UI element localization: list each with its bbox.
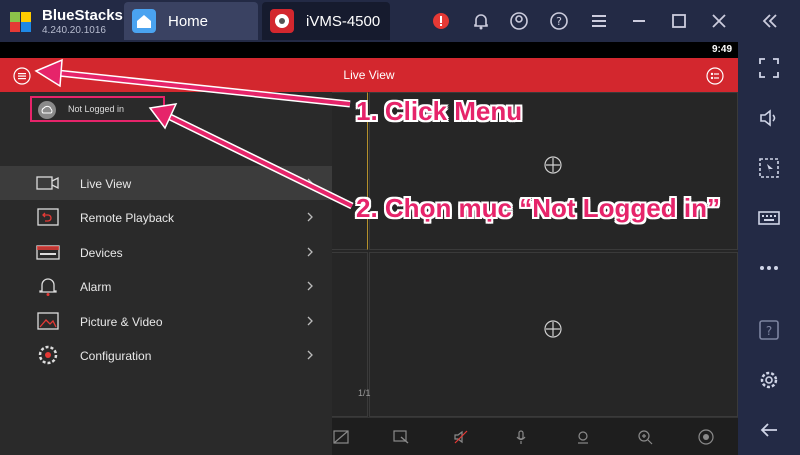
drawer-item-devices[interactable]: Devices xyxy=(0,235,332,269)
help-icon[interactable]: ? xyxy=(548,10,570,32)
tab-ivms-4500[interactable]: iVMS-4500 xyxy=(262,2,390,40)
annotation-step-1: 1. Click Menu xyxy=(356,96,523,126)
camera-icon xyxy=(36,176,59,190)
add-camera-icon[interactable] xyxy=(543,319,563,339)
video-cell-4[interactable] xyxy=(369,252,738,417)
tab-home[interactable]: Home xyxy=(124,2,258,40)
svg-text:?: ? xyxy=(556,15,562,28)
drawer-item-alarm[interactable]: Alarm xyxy=(0,269,332,303)
drawer-item-label: Alarm xyxy=(80,280,112,294)
ptz-icon[interactable] xyxy=(332,428,350,446)
page-indicator: 1/1 xyxy=(358,388,371,398)
bluestacks-title-bar: BlueStacks 4.240.20.1016 Home iVMS-4500 … xyxy=(0,0,800,42)
add-camera-icon[interactable] xyxy=(543,155,563,175)
tab-home-label: Home xyxy=(168,13,209,30)
collapse-icon[interactable] xyxy=(758,10,780,32)
microphone-icon[interactable] xyxy=(512,428,530,446)
login-button[interactable]: Not Logged in xyxy=(30,96,165,122)
help-icon[interactable]: ? xyxy=(757,318,781,342)
drawer-item-label: Configuration xyxy=(80,349,152,363)
drawer-item-configuration[interactable]: Configuration xyxy=(0,338,332,372)
fullscreen-icon[interactable] xyxy=(757,56,781,80)
layout-icon[interactable] xyxy=(706,67,724,85)
tab-ivms-label: iVMS-4500 xyxy=(306,13,381,30)
minimize-icon[interactable] xyxy=(628,10,650,32)
keyboard-icon[interactable] xyxy=(757,206,781,230)
drawer-item-label: Devices xyxy=(80,246,123,260)
ptz-control-icon[interactable] xyxy=(574,428,592,446)
chevron-right-icon xyxy=(307,281,313,291)
volume-icon[interactable] xyxy=(757,106,781,130)
bell-icon xyxy=(39,278,57,296)
drawer-item-remote-playback[interactable]: Remote Playback xyxy=(0,200,332,234)
chevron-right-icon xyxy=(307,316,313,326)
mute-icon[interactable] xyxy=(452,428,470,446)
navigation-drawer: Not Logged in Live View Remote Playback … xyxy=(0,92,332,455)
chevron-right-icon xyxy=(307,247,313,257)
annotation-step-2: 2. Chọn mục “Not Logged in” xyxy=(356,193,720,223)
screen-record-icon[interactable] xyxy=(757,156,781,180)
drawer-item-label: Live View xyxy=(80,177,132,191)
zoom-icon[interactable] xyxy=(636,428,654,446)
playback-icon xyxy=(37,208,59,226)
alert-icon[interactable] xyxy=(430,10,452,32)
gear-icon xyxy=(38,345,58,365)
bluestacks-logo xyxy=(10,12,31,32)
app-bar: Live View xyxy=(0,58,738,92)
bluestacks-name: BlueStacks xyxy=(42,7,123,24)
drawer-item-label: Picture & Video xyxy=(80,315,163,329)
record-icon[interactable] xyxy=(697,428,715,446)
svg-text:?: ? xyxy=(766,324,772,338)
drawer-item-picture-video[interactable]: Picture & Video xyxy=(0,304,332,338)
drawer-item-live-view[interactable]: Live View xyxy=(0,166,332,200)
android-status-bar: 9:49 xyxy=(0,42,738,58)
status-time: 9:49 xyxy=(711,44,732,55)
login-label: Not Logged in xyxy=(68,104,125,114)
home-icon xyxy=(132,9,156,33)
menu-icon[interactable] xyxy=(588,10,610,32)
chevron-right-icon xyxy=(307,178,313,188)
bluestacks-sidebar: ? xyxy=(738,42,800,455)
drawer-item-label: Remote Playback xyxy=(80,211,175,225)
chevron-right-icon xyxy=(307,212,313,222)
picture-icon xyxy=(37,312,59,330)
bluestacks-version: 4.240.20.1016 xyxy=(42,25,106,36)
back-icon[interactable] xyxy=(757,418,781,442)
settings-icon[interactable] xyxy=(757,368,781,392)
screenshot-icon[interactable] xyxy=(392,428,410,446)
page-title: Live View xyxy=(343,68,395,82)
close-icon[interactable] xyxy=(708,10,730,32)
account-icon[interactable] xyxy=(508,10,530,32)
maximize-icon[interactable] xyxy=(668,10,690,32)
devices-icon xyxy=(36,245,60,260)
ivms-app-icon xyxy=(270,9,294,33)
bell-icon[interactable] xyxy=(470,10,492,32)
more-icon[interactable] xyxy=(757,256,781,280)
chevron-right-icon xyxy=(307,350,313,360)
cloud-avatar-icon xyxy=(38,101,56,119)
